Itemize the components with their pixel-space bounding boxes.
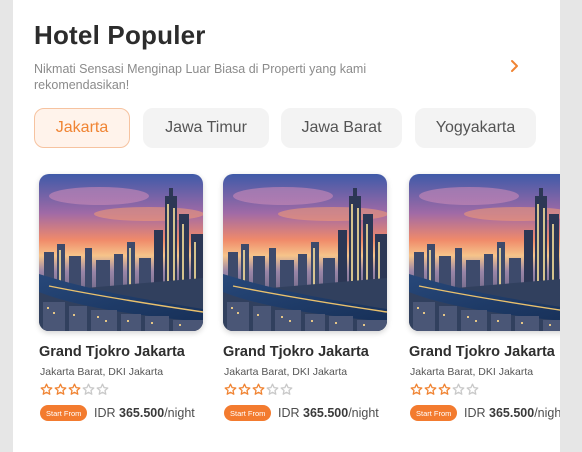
star-rating xyxy=(410,383,479,397)
price-currency: IDR xyxy=(464,406,486,420)
popular-hotels-section: Hotel Populer Nikmati Sensasi Menginap L… xyxy=(13,0,560,452)
price-amount: 365.500 xyxy=(303,406,349,420)
hotel-photo xyxy=(409,174,560,331)
hotel-location: Jakarta Barat, DKI Jakarta xyxy=(410,366,534,378)
hotel-price: IDR 365.500/night xyxy=(278,406,379,420)
star-empty-icon xyxy=(452,383,465,395)
price-amount: 365.500 xyxy=(489,406,535,420)
price-currency: IDR xyxy=(94,406,116,420)
hotel-photo xyxy=(39,174,203,331)
hotel-photo xyxy=(223,174,387,331)
star-filled-icon xyxy=(68,383,81,395)
section-title: Hotel Populer xyxy=(34,20,206,50)
hotel-location: Jakarta Barat, DKI Jakarta xyxy=(224,366,348,378)
star-empty-icon xyxy=(266,383,279,395)
star-filled-icon xyxy=(238,383,251,395)
tab-jawa-barat[interactable]: Jawa Barat xyxy=(281,108,402,148)
price-currency: IDR xyxy=(278,406,300,420)
start-from-badge: Start From xyxy=(410,405,458,421)
star-empty-icon xyxy=(280,383,293,395)
star-empty-icon xyxy=(96,383,109,395)
hotel-price: IDR 365.500/night xyxy=(94,406,195,420)
star-rating xyxy=(224,383,293,397)
price-amount: 365.500 xyxy=(119,406,165,420)
tab-yogyakarta[interactable]: Yogyakarta xyxy=(415,108,536,148)
hotel-name: Grand Tjokro Jakarta xyxy=(39,344,185,360)
price-unit: /nigh xyxy=(534,406,560,420)
star-filled-icon xyxy=(40,383,53,395)
tab-jakarta[interactable]: Jakarta xyxy=(34,108,130,148)
start-from-badge: Start From xyxy=(224,405,272,421)
hotel-name: Grand Tjokro Jakarta xyxy=(223,344,369,360)
star-empty-icon xyxy=(466,383,479,395)
star-filled-icon xyxy=(224,383,237,395)
star-filled-icon xyxy=(54,383,67,395)
start-from-badge: Start From xyxy=(40,405,88,421)
tab-jawa-timur[interactable]: Jawa Timur xyxy=(143,108,269,148)
star-filled-icon xyxy=(438,383,451,395)
star-filled-icon xyxy=(252,383,265,395)
star-filled-icon xyxy=(410,383,423,395)
star-filled-icon xyxy=(424,383,437,395)
hotel-name: Grand Tjokro Jakarta xyxy=(409,344,555,360)
hotel-location: Jakarta Barat, DKI Jakarta xyxy=(40,366,164,378)
hotel-price: IDR 365.500/nigh xyxy=(464,406,560,420)
price-unit: /night xyxy=(164,406,195,420)
section-subtitle: Nikmati Sensasi Menginap Luar Biasa di P… xyxy=(34,62,367,92)
star-rating xyxy=(40,383,109,397)
star-empty-icon xyxy=(82,383,95,395)
chevron-right-icon[interactable] xyxy=(507,58,523,74)
price-unit: /night xyxy=(348,406,379,420)
